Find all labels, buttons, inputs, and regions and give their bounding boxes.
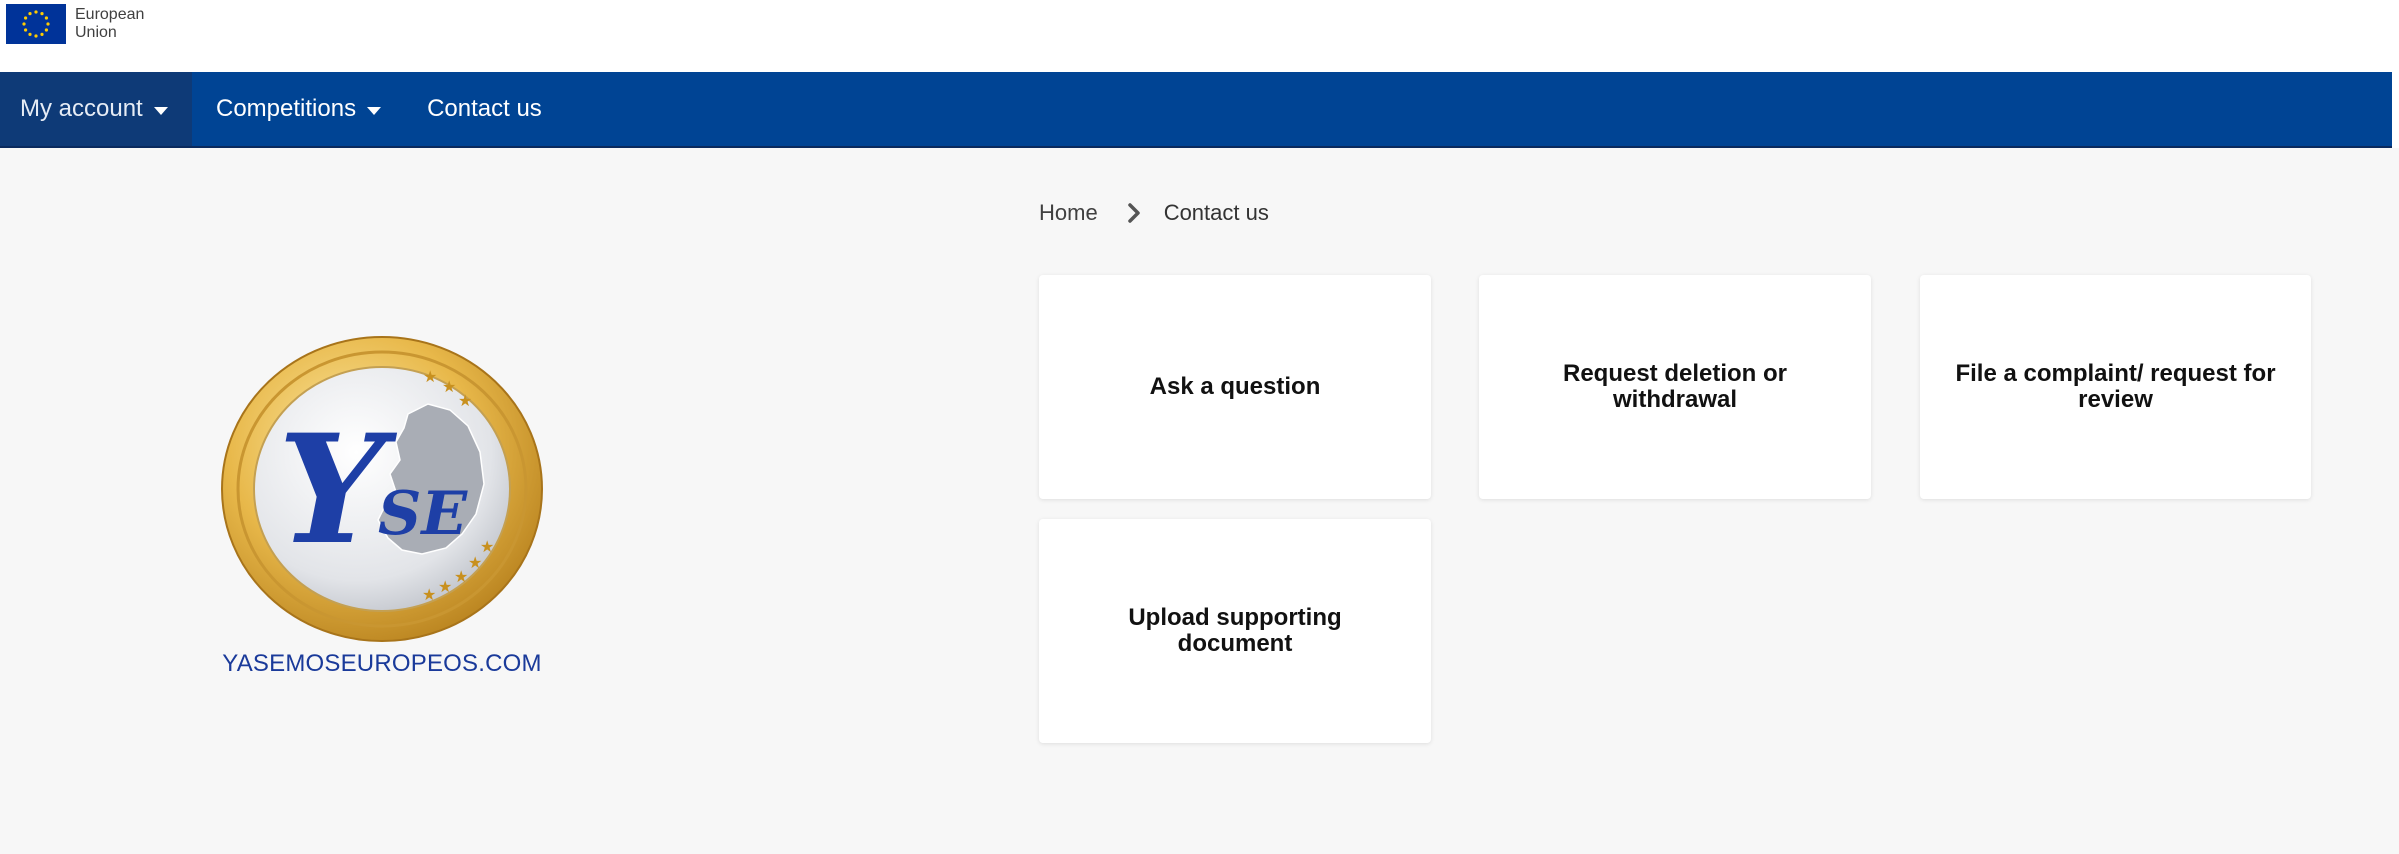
breadcrumb-home-link[interactable]: Home (1039, 200, 1098, 226)
upload-document-card[interactable]: Upload supporting document (1039, 519, 1431, 743)
eu-logo-line-2: Union (75, 24, 117, 41)
card-label: Ask a question (1149, 373, 1321, 400)
card-label: Upload supporting document (1128, 604, 1342, 657)
chevron-right-icon (1127, 203, 1140, 223)
svg-text:★: ★ (458, 391, 472, 410)
eu-logo-text: European Union (75, 6, 165, 42)
coin-logo-icon: Y SE ★ ★ ★ ★ ★ ★ ★ ★ (221, 336, 543, 642)
card-label: Request deletion or withdrawal (1562, 360, 1788, 413)
breadcrumb: Home Contact us (1039, 200, 1269, 226)
eu-flag-icon (6, 4, 66, 44)
nav-item-my-account[interactable]: My account (0, 72, 192, 146)
site-header: European Union (0, 0, 2392, 72)
eu-logo-line-1: European (75, 6, 145, 23)
svg-text:★: ★ (468, 553, 482, 572)
main-content: Home Contact us Ask a question Request d… (0, 148, 2399, 854)
svg-text:★: ★ (422, 585, 436, 604)
svg-text:★: ★ (423, 367, 437, 386)
nav-item-label: My account (20, 95, 143, 122)
card-label: File a complaint/ request for review (1955, 360, 2276, 413)
svg-text:SE: SE (378, 479, 468, 549)
svg-text:★: ★ (442, 377, 456, 396)
main-navigation: My account Competitions Contact us (0, 72, 2392, 148)
caret-down-icon (153, 106, 168, 115)
watermark-text: YASEMOSEUROPEOS.COM (222, 650, 542, 677)
svg-text:★: ★ (438, 577, 452, 596)
caret-down-icon (367, 106, 382, 115)
ask-question-card[interactable]: Ask a question (1039, 275, 1431, 499)
nav-item-label: Competitions (216, 95, 357, 122)
breadcrumb-current: Contact us (1163, 200, 1269, 225)
file-complaint-card[interactable]: File a complaint/ request for review (1920, 275, 2311, 499)
svg-text:★: ★ (454, 567, 468, 586)
request-deletion-card[interactable]: Request deletion or withdrawal (1479, 275, 1871, 499)
nav-item-label: Contact us (427, 95, 542, 122)
nav-item-contact-us[interactable]: Contact us (401, 72, 562, 146)
eu-logo[interactable]: European Union (6, 4, 165, 44)
nav-item-competitions[interactable]: Competitions (192, 72, 401, 146)
watermark-logo: Y SE ★ ★ ★ ★ ★ ★ ★ ★ YASEMOSEUROPEOS.COM (218, 334, 546, 678)
